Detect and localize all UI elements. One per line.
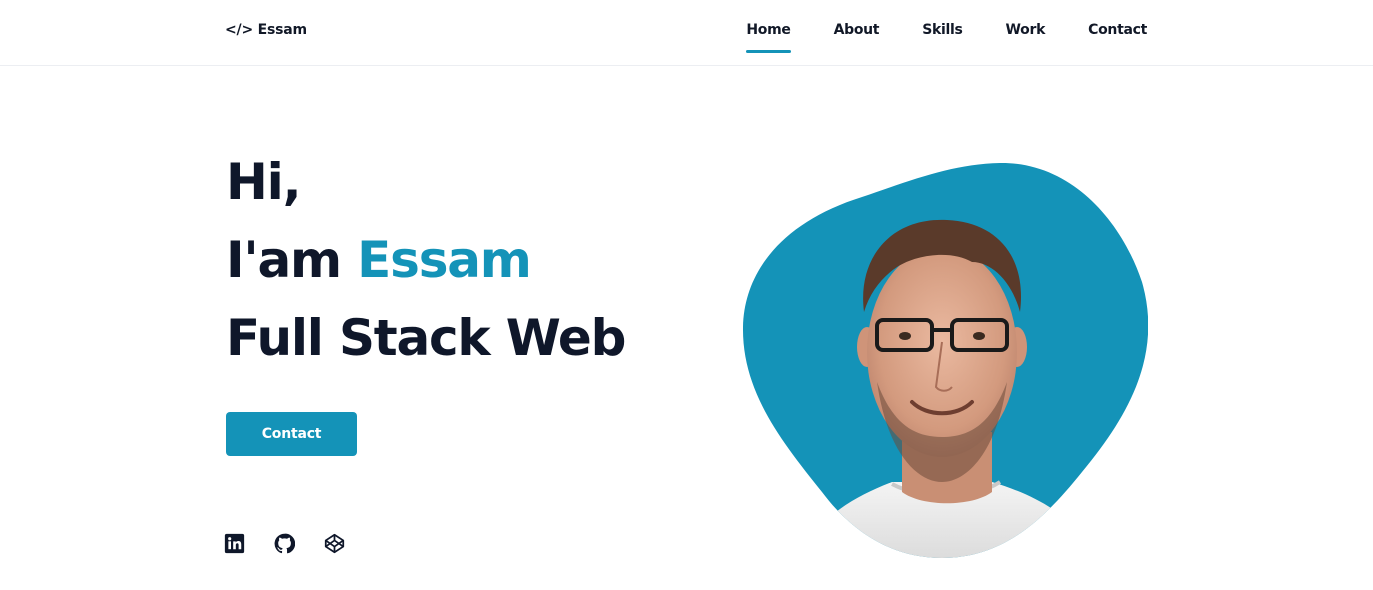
site-header: </> Essam Home About Skills Work Contact: [0, 0, 1373, 66]
code-logo-icon: </>: [225, 22, 253, 38]
nav-link-contact[interactable]: Contact: [1088, 22, 1147, 38]
profile-blob: [742, 162, 1148, 558]
linkedin-icon[interactable]: [224, 533, 245, 554]
site-logo[interactable]: </> Essam: [225, 22, 307, 38]
nav-link-work[interactable]: Work: [1006, 22, 1046, 38]
contact-button[interactable]: Contact: [226, 412, 357, 456]
hero-heading: Hi, I'am Essam Full Stack Web: [226, 150, 626, 384]
brand-name: Essam: [257, 22, 307, 38]
github-icon[interactable]: [274, 533, 295, 554]
hero-intro-prefix: I'am: [226, 231, 342, 289]
nav-link-about[interactable]: About: [834, 22, 880, 38]
hero-name: Essam: [357, 231, 532, 289]
main-nav: Home About Skills Work Contact: [746, 22, 1147, 53]
social-links: [224, 533, 345, 554]
nav-link-home[interactable]: Home: [746, 22, 791, 53]
hero-role: Full Stack Web: [226, 309, 626, 367]
nav-link-skills[interactable]: Skills: [922, 22, 963, 38]
hero-greeting: Hi,: [226, 153, 302, 211]
profile-photo: [742, 162, 1148, 558]
codepen-icon[interactable]: [324, 533, 345, 554]
hero-intro: I'am Essam: [226, 228, 625, 306]
